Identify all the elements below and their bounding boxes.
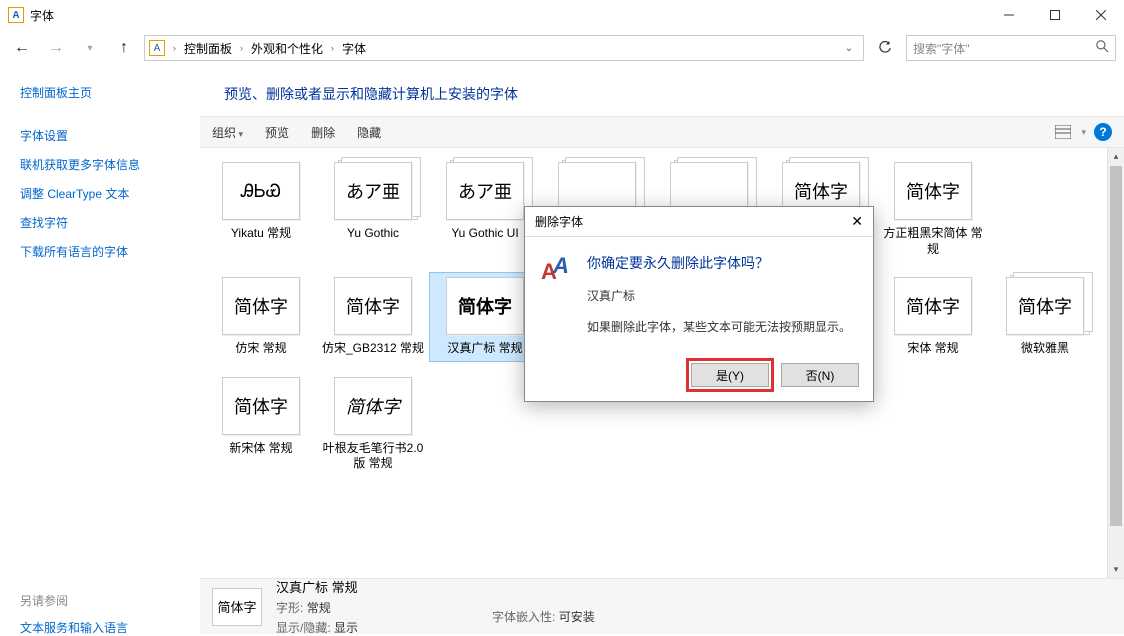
search-placeholder: 搜索"字体"	[913, 40, 970, 57]
search-input[interactable]: 搜索"字体"	[906, 35, 1116, 61]
dialog-icon: AA	[541, 253, 573, 285]
font-tile: 简体字	[894, 277, 972, 335]
scroll-down-button[interactable]: ▾	[1108, 561, 1124, 578]
details-showhide-value: 显示	[334, 621, 358, 635]
page-title: 预览、删除或者显示和隐藏计算机上安装的字体	[200, 66, 1124, 116]
font-item[interactable]: 简体字叶根友毛笔行书2.0版 常规	[318, 373, 428, 476]
dialog-close-button[interactable]: ✕	[851, 213, 863, 230]
breadcrumb-fonts[interactable]: 字体	[342, 40, 366, 57]
vertical-scrollbar[interactable]: ▴ ▾	[1107, 148, 1124, 578]
view-dropdown-icon[interactable]: ▾	[1081, 127, 1086, 138]
font-tile: 简体字	[334, 277, 412, 335]
forward-button[interactable]: →	[42, 34, 70, 62]
up-button[interactable]: ↑	[110, 34, 138, 62]
details-showhide-label: 显示/隐藏:	[276, 621, 331, 635]
chevron-right-icon: ›	[331, 43, 334, 53]
window-title: 字体	[30, 7, 986, 24]
font-label: Yu Gothic UI	[451, 226, 518, 242]
help-button[interactable]: ?	[1094, 123, 1112, 141]
sidebar-link-get-more-fonts[interactable]: 联机获取更多字体信息	[20, 156, 180, 173]
details-style-value: 常规	[307, 601, 331, 615]
chevron-right-icon: ›	[173, 43, 176, 53]
dialog-titlebar: 删除字体 ✕	[525, 207, 873, 237]
font-item[interactable]: 简体字微软雅黑	[990, 273, 1100, 361]
sidebar-home[interactable]: 控制面板主页	[20, 84, 180, 101]
breadcrumb-appearance[interactable]: 外观和个性化	[251, 40, 323, 57]
chevron-right-icon: ›	[240, 43, 243, 53]
breadcrumb-control-panel[interactable]: 控制面板	[184, 40, 232, 57]
title-bar: A 字体	[0, 0, 1124, 30]
font-tile: 简体字	[1006, 277, 1084, 335]
details-embed-value: 可安装	[559, 610, 595, 624]
font-item[interactable]: あア亜 Yu Gothic	[318, 158, 428, 261]
address-dropdown-button[interactable]: ⌄	[839, 43, 859, 54]
window-controls	[986, 0, 1124, 30]
scroll-up-button[interactable]: ▴	[1108, 148, 1124, 165]
details-thumbnail: 简体字	[212, 588, 262, 626]
font-label: 汉真广标 常规	[447, 341, 522, 357]
dialog-warning: 如果删除此字体，某些文本可能无法按预期显示。	[587, 318, 857, 335]
font-item[interactable]: 简体字宋体 常规	[878, 273, 988, 361]
details-style-label: 字形:	[276, 601, 303, 615]
details-embed-label: 字体嵌入性:	[492, 610, 555, 624]
font-label: 新宋体 常规	[229, 441, 292, 457]
font-tile: 简体字	[334, 377, 412, 435]
dialog-font-name: 汉真广标	[587, 287, 857, 304]
navigation-bar: ← → ▾ ↑ A › 控制面板 › 外观和个性化 › 字体 ⌄ 搜索"字体"	[0, 30, 1124, 66]
font-tile: 简体字	[446, 277, 524, 335]
sidebar-link-font-settings[interactable]: 字体设置	[20, 127, 180, 144]
app-icon: A	[8, 7, 24, 23]
address-bar[interactable]: A › 控制面板 › 外观和个性化 › 字体 ⌄	[144, 35, 864, 61]
toolbar-organize[interactable]: 组织	[212, 124, 243, 141]
font-tile: あア亜	[334, 162, 412, 220]
font-item[interactable]: 简体字方正粗黑宋简体 常规	[878, 158, 988, 261]
details-pane: 简体字 汉真广标 常规 字形: 常规 显示/隐藏: 显示 字体嵌入性: 可安装	[200, 578, 1124, 634]
sidebar-link-download-langs[interactable]: 下载所有语言的字体	[20, 243, 180, 260]
recent-locations-button[interactable]: ▾	[76, 34, 104, 62]
dialog-question: 你确定要永久删除此字体吗？	[587, 253, 857, 273]
dialog-title: 删除字体	[535, 213, 583, 230]
font-label: Yikatu 常规	[231, 226, 291, 242]
font-label: 方正粗黑宋简体 常规	[881, 226, 985, 257]
details-font-name: 汉真广标 常规	[276, 577, 358, 596]
font-item[interactable]: 简体字仿宋_GB2312 常规	[318, 273, 428, 361]
dialog-yes-button[interactable]: 是(Y)	[691, 363, 769, 387]
dialog-no-button[interactable]: 否(N)	[781, 363, 859, 387]
font-tile: 简体字	[222, 277, 300, 335]
font-label: 叶根友毛笔行书2.0版 常规	[321, 441, 425, 472]
location-icon: A	[149, 40, 165, 56]
refresh-button[interactable]	[870, 35, 900, 61]
toolbar-preview[interactable]: 预览	[265, 124, 289, 141]
sidebar-link-find-char[interactable]: 查找字符	[20, 214, 180, 231]
font-item[interactable]: 简体字仿宋 常规	[206, 273, 316, 361]
see-also-header: 另请参阅	[20, 592, 180, 609]
font-label: 微软雅黑	[1021, 341, 1069, 357]
font-label: 仿宋 常规	[235, 341, 286, 357]
font-tile: ᎯᏏᏯ	[222, 162, 300, 220]
toolbar-delete[interactable]: 删除	[311, 124, 335, 141]
minimize-button[interactable]	[986, 0, 1032, 30]
view-options-button[interactable]	[1053, 122, 1073, 142]
font-label: Yu Gothic	[347, 226, 399, 242]
back-button[interactable]: ←	[8, 34, 36, 62]
toolbar: 组织 预览 删除 隐藏 ▾ ?	[200, 116, 1124, 148]
font-tile: 简体字	[894, 162, 972, 220]
delete-font-dialog: 删除字体 ✕ AA 你确定要永久删除此字体吗？ 汉真广标 如果删除此字体，某些文…	[524, 206, 874, 402]
close-button[interactable]	[1078, 0, 1124, 30]
font-tile: 简体字	[222, 377, 300, 435]
sidebar: 控制面板主页 字体设置 联机获取更多字体信息 调整 ClearType 文本 查…	[0, 66, 200, 634]
sidebar-link-text-services[interactable]: 文本服务和输入语言	[20, 619, 180, 636]
sidebar-link-cleartype[interactable]: 调整 ClearType 文本	[20, 185, 180, 202]
maximize-button[interactable]	[1032, 0, 1078, 30]
search-icon	[1096, 40, 1109, 56]
font-label: 宋体 常规	[907, 341, 958, 357]
font-item[interactable]: ᎯᏏᏯ Yikatu 常规	[206, 158, 316, 261]
toolbar-hide[interactable]: 隐藏	[357, 124, 381, 141]
scroll-thumb[interactable]	[1110, 166, 1122, 526]
font-label: 仿宋_GB2312 常规	[322, 341, 424, 357]
font-item[interactable]: 简体字新宋体 常规	[206, 373, 316, 476]
font-tile: あア亜	[446, 162, 524, 220]
